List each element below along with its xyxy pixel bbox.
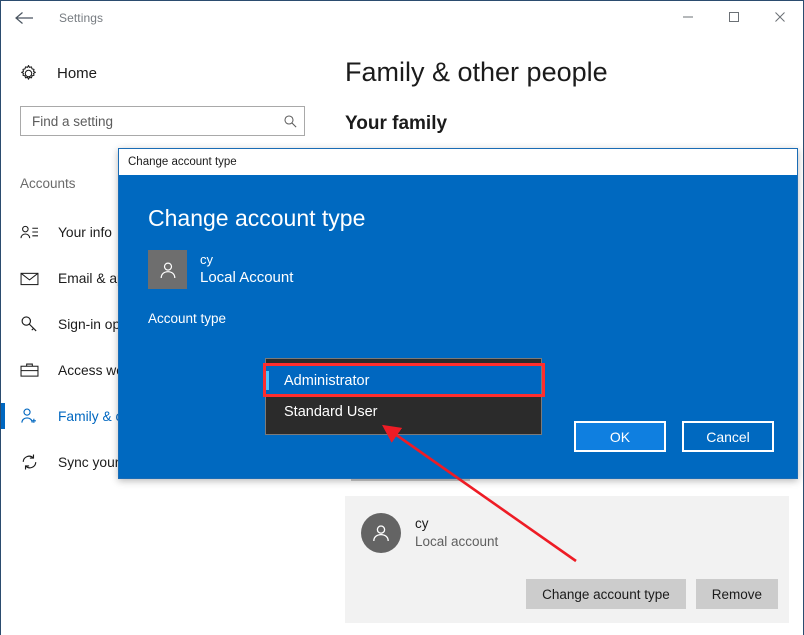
remove-account-button[interactable]: Remove: [695, 579, 778, 609]
gear-icon: [19, 62, 45, 84]
section-title-your-family: Your family: [345, 113, 448, 134]
change-account-type-dialog: Change account type Change account type …: [118, 148, 798, 479]
person-icon: [148, 250, 187, 289]
account-subtitle: Local account: [415, 534, 499, 549]
dialog-user-type: Local Account: [200, 269, 294, 287]
sidebar-item-label: Email & ap: [58, 270, 125, 286]
back-arrow-icon[interactable]: [1, 2, 47, 34]
sidebar-item-label: Sync your: [58, 454, 120, 470]
envelope-icon: [20, 271, 44, 286]
sync-icon: [20, 453, 44, 471]
key-icon: [20, 315, 44, 333]
sidebar-section-label: Accounts: [20, 176, 76, 191]
window-title: Settings: [59, 10, 104, 25]
dialog-titlebar: Change account type: [119, 149, 797, 175]
dialog-body: Change account type cy Local Account Acc…: [119, 175, 797, 478]
dropdown-option-label: Administrator: [284, 372, 370, 389]
minimize-button[interactable]: [665, 1, 711, 33]
sidebar-item-home[interactable]: Home: [19, 56, 331, 90]
person-card-icon: [20, 224, 44, 241]
maximize-button[interactable]: [711, 1, 757, 33]
close-button[interactable]: [757, 1, 803, 33]
other-account-card: cy Local account Change account type Rem…: [345, 496, 789, 623]
account-text: cy Local account: [415, 515, 498, 551]
search-input[interactable]: [21, 112, 276, 130]
search-box[interactable]: [20, 106, 305, 136]
dropdown-option-administrator[interactable]: Administrator: [266, 365, 541, 396]
account-name: cy: [415, 515, 429, 531]
cancel-button[interactable]: Cancel: [682, 421, 774, 452]
person-add-icon: [20, 407, 44, 425]
sidebar-home-label: Home: [57, 64, 98, 82]
dialog-titlebar-text: Change account type: [128, 156, 237, 168]
sidebar-item-label: Family & o: [58, 408, 124, 424]
person-icon: [361, 513, 401, 553]
page-title: Family & other people: [345, 57, 608, 87]
ok-button[interactable]: OK: [574, 421, 666, 452]
account-row: cy Local account: [345, 496, 789, 553]
sidebar-item-label: Access wo: [58, 362, 124, 378]
dialog-user-name: cy: [200, 251, 213, 267]
change-account-type-button[interactable]: Change account type: [526, 579, 686, 609]
dropdown-option-label: Standard User: [284, 403, 378, 420]
search-icon: [276, 114, 304, 129]
window-titlebar: Settings: [1, 1, 803, 34]
dropdown-option-standard-user[interactable]: Standard User: [266, 396, 541, 427]
sidebar-item-label: Sign-in op: [58, 316, 121, 332]
dialog-heading: Change account type: [148, 205, 366, 231]
dialog-actions: OK Cancel: [574, 421, 774, 452]
dialog-user-row: cy Local Account: [148, 250, 797, 289]
dialog-user-text: cy Local Account: [200, 251, 293, 289]
account-type-label: Account type: [148, 311, 227, 326]
settings-window: Settings Home Find a setting Accounts Yo…: [0, 0, 804, 635]
account-type-dropdown-list[interactable]: Administrator Standard User: [265, 358, 542, 435]
account-card-buttons: Change account type Remove: [526, 579, 778, 609]
sidebar-item-label: Your info: [58, 224, 112, 240]
briefcase-icon: [20, 362, 44, 378]
window-controls: [665, 1, 803, 33]
